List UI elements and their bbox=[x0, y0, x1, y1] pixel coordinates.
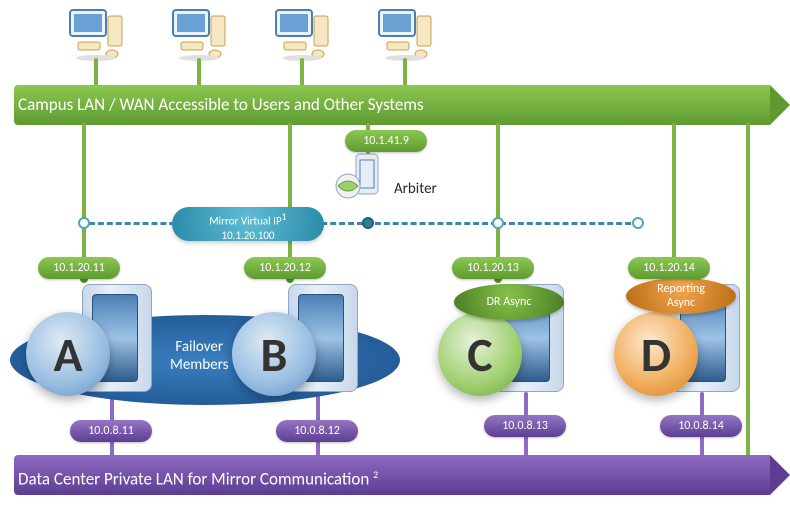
campus-lan-band: Campus LAN / WAN Accessible to Users and… bbox=[14, 85, 770, 125]
campus-lan-label: Campus LAN / WAN Accessible to Users and… bbox=[18, 94, 424, 115]
server-c-disc: C bbox=[438, 312, 522, 396]
vip-address: 10.1.20.100 bbox=[222, 229, 275, 242]
wire-lan-server-d bbox=[672, 123, 676, 278]
arbiter-ip-text: 10.1.41.9 bbox=[363, 134, 409, 148]
vip-dashed-link bbox=[80, 222, 640, 225]
client-pc-icon bbox=[64, 6, 128, 62]
private-lan-band: Data Center Private LAN for Mirror Commu… bbox=[14, 455, 770, 495]
server-c-lan-ip: 10.1.20.13 bbox=[452, 257, 534, 279]
server-a-lan-ip: 10.1.20.11 bbox=[38, 257, 120, 279]
server-a: A bbox=[22, 280, 182, 400]
vip-endpoint-hollow bbox=[492, 217, 504, 229]
wire-lan-server-a bbox=[82, 123, 86, 278]
mirror-vip-pill: Mirror Virtual IP1 10.1.20.100 bbox=[172, 207, 324, 241]
server-b-disc: B bbox=[232, 312, 316, 396]
server-a-mirror-ip: 10.0.8.11 bbox=[70, 420, 152, 442]
server-c-letter: C bbox=[467, 325, 492, 384]
wire-pc-lan bbox=[403, 58, 407, 88]
vip-endpoint-hollow bbox=[632, 217, 644, 229]
reporting-async-badge: ReportingAsync bbox=[626, 278, 736, 314]
wire-pc-lan bbox=[94, 58, 98, 88]
server-b: B bbox=[228, 280, 388, 400]
arbiter-server-icon bbox=[330, 150, 390, 200]
server-a-letter: A bbox=[53, 325, 82, 384]
private-lan-sup: 2 bbox=[373, 468, 378, 481]
server-a-disc: A bbox=[26, 312, 110, 396]
wire-lan-server-c bbox=[496, 123, 500, 278]
server-d-lan-ip: 10.1.20.14 bbox=[628, 257, 710, 279]
vip-sup: 1 bbox=[282, 210, 287, 223]
dr-async-badge: DR Async bbox=[454, 284, 564, 320]
server-d-disc: D bbox=[614, 312, 698, 396]
client-pc-icon bbox=[373, 6, 437, 62]
wire-lan-server-b bbox=[288, 123, 292, 278]
arbiter-label: Arbiter bbox=[394, 180, 437, 198]
server-b-letter: B bbox=[261, 325, 288, 384]
client-pc-icon bbox=[270, 6, 334, 62]
server-d-mirror-ip: 10.0.8.14 bbox=[660, 415, 742, 437]
client-pc-icon bbox=[167, 6, 231, 62]
server-d-letter: D bbox=[641, 325, 671, 384]
wire-pc-lan bbox=[197, 58, 201, 88]
server-c-mirror-ip: 10.0.8.13 bbox=[484, 415, 566, 437]
server-b-lan-ip: 10.1.20.12 bbox=[244, 257, 326, 279]
client-pc-row bbox=[0, 6, 790, 66]
vip-arbiter-dot bbox=[362, 217, 374, 229]
vip-endpoint-hollow bbox=[78, 217, 90, 229]
vip-line1: Mirror Virtual IP bbox=[209, 215, 281, 228]
server-b-mirror-ip: 10.0.8.12 bbox=[276, 420, 358, 442]
wire-pc-lan bbox=[300, 58, 304, 88]
private-lan-label: Data Center Private LAN for Mirror Commu… bbox=[18, 469, 369, 490]
failover-line1: Failover bbox=[175, 338, 223, 356]
arbiter-ip-pill: 10.1.41.9 bbox=[345, 130, 427, 152]
